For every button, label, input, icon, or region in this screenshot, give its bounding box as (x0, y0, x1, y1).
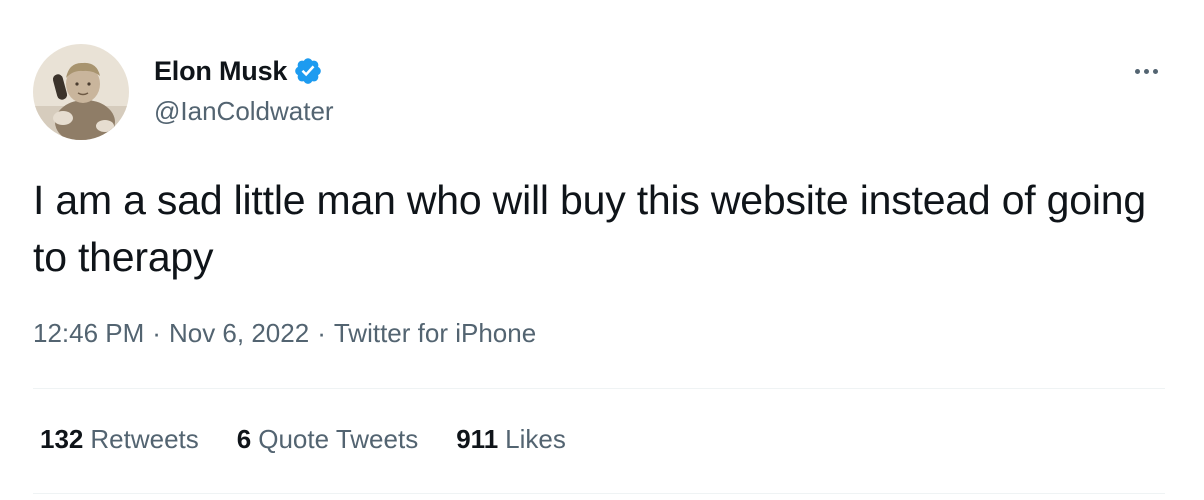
more-horizontal-icon-dot (1152, 68, 1158, 74)
tweet-source[interactable]: Twitter for iPhone (334, 318, 536, 348)
divider (33, 493, 1165, 494)
meta-separator: · (317, 318, 326, 348)
divider (33, 388, 1165, 389)
tweet-date[interactable]: Nov 6, 2022 (169, 318, 309, 348)
avatar[interactable] (33, 44, 129, 140)
more-horizontal-icon (1134, 68, 1140, 74)
retweets-stat[interactable]: 132 Retweets (40, 424, 199, 455)
likes-stat[interactable]: 911 Likes (456, 424, 566, 455)
likes-label: Likes (505, 424, 566, 454)
meta-separator: · (152, 318, 161, 348)
likes-count: 911 (456, 424, 499, 454)
retweets-count: 132 (40, 424, 84, 454)
quote-tweets-label: Quote Tweets (258, 424, 419, 454)
author-handle[interactable]: @IanColdwater (154, 96, 334, 127)
tweet-card: Elon Musk @IanColdwater I am a sad littl… (0, 0, 1204, 500)
author-name-row: Elon Musk (154, 54, 323, 88)
avatar-image (33, 44, 129, 140)
verified-badge-icon (293, 56, 323, 86)
quote-tweets-count: 6 (236, 424, 252, 454)
tweet-stats: 132 Retweets 6 Quote Tweets 911 Likes (40, 424, 604, 455)
tweet-text: I am a sad little man who will buy this … (33, 177, 1146, 280)
quote-tweets-stat[interactable]: 6 Quote Tweets (237, 424, 418, 455)
more-horizontal-icon-dot (1143, 68, 1149, 74)
author-display-name[interactable]: Elon Musk (154, 56, 287, 87)
tweet-time[interactable]: 12:46 PM (33, 318, 144, 348)
tweet-meta: 12:46 PM · Nov 6, 2022 · Twitter for iPhone (33, 318, 536, 349)
retweets-label: Retweets (90, 424, 199, 454)
more-options-button[interactable] (1124, 56, 1168, 86)
